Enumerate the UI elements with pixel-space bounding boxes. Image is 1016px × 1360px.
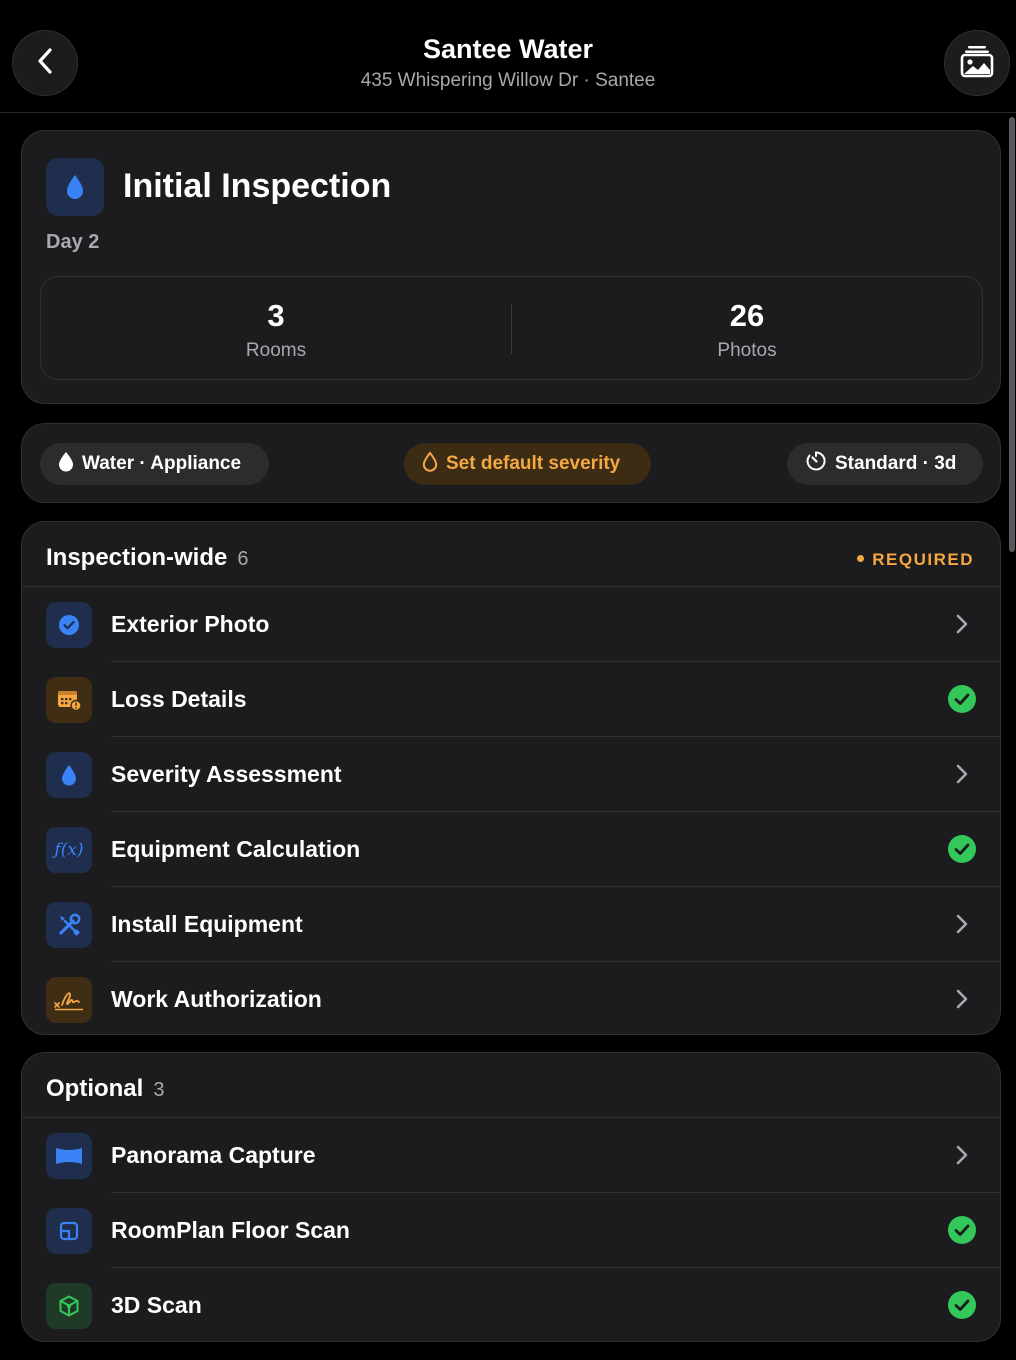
section-header: Optional 3 bbox=[46, 1075, 164, 1103]
water-drop-outline-icon bbox=[422, 450, 438, 478]
function-icon: ƒ(x) bbox=[46, 827, 92, 873]
water-drop-icon bbox=[46, 752, 92, 798]
rooms-count: 3 bbox=[267, 298, 285, 333]
chevron-right-icon bbox=[948, 1141, 976, 1169]
list-item-work-authorization[interactable]: Work Authorization bbox=[22, 962, 1000, 1037]
item-label: Work Authorization bbox=[111, 986, 322, 1012]
item-label: Loss Details bbox=[111, 686, 247, 712]
svg-text:ƒ(x): ƒ(x) bbox=[52, 840, 84, 860]
item-label: Equipment Calculation bbox=[111, 836, 361, 862]
job-address: 435 Whispering Willow Dr · Santee bbox=[360, 70, 656, 91]
chevron-right-icon bbox=[948, 760, 976, 788]
section-count: 3 bbox=[153, 1079, 165, 1101]
photo-stack-icon bbox=[959, 43, 995, 84]
water-drop-icon bbox=[46, 158, 104, 216]
cube-icon bbox=[46, 1283, 92, 1329]
inspection-day: Day 2 bbox=[46, 231, 100, 253]
inspection-wide-section: Inspection-wide 6 REQUIRED Exterior Photo… bbox=[21, 521, 1001, 1035]
chevron-right-icon bbox=[948, 610, 976, 638]
section-header: Inspection-wide 6 bbox=[46, 544, 248, 572]
rooms-label: Rooms bbox=[245, 340, 307, 361]
timeline-chip[interactable]: Standard · 3d bbox=[787, 443, 983, 485]
top-bar: Santee Water 435 Whispering Willow Dr · … bbox=[0, 0, 1016, 113]
list-item-loss-details[interactable]: Loss Details bbox=[22, 662, 1000, 737]
complete-check-icon bbox=[948, 835, 976, 863]
inspection-title: Initial Inspection bbox=[123, 167, 392, 205]
section-title: Inspection-wide bbox=[46, 544, 228, 571]
list-item-severity-assessment[interactable]: Severity Assessment bbox=[22, 737, 1000, 812]
photos-stat[interactable]: 26 Photos bbox=[512, 277, 982, 362]
required-badge: REQUIRED bbox=[857, 550, 974, 570]
floorplan-icon bbox=[46, 1208, 92, 1254]
item-label: Severity Assessment bbox=[111, 761, 342, 787]
severity-chip[interactable]: Set default severity bbox=[404, 443, 651, 485]
photos-label: Photos bbox=[717, 340, 777, 361]
timeline-label: Standard · 3d bbox=[835, 453, 957, 474]
list-item-install-equipment[interactable]: Install Equipment bbox=[22, 887, 1000, 962]
item-label: Install Equipment bbox=[111, 911, 303, 937]
calendar-alert-icon bbox=[46, 677, 92, 723]
item-label: RoomPlan Floor Scan bbox=[111, 1217, 350, 1243]
photo-gallery-button[interactable] bbox=[944, 30, 1010, 96]
checkmark-circle-icon bbox=[46, 602, 92, 648]
tools-icon bbox=[46, 902, 92, 948]
complete-check-icon bbox=[948, 685, 976, 713]
loss-type-chip[interactable]: Water · Appliance bbox=[40, 443, 269, 485]
required-label: REQUIRED bbox=[872, 550, 974, 569]
section-count: 6 bbox=[237, 548, 249, 570]
job-title: Santee Water bbox=[422, 34, 594, 64]
item-label: 3D Scan bbox=[111, 1292, 202, 1318]
severity-label: Set default severity bbox=[446, 453, 621, 474]
rooms-stat[interactable]: 3 Rooms bbox=[41, 277, 511, 362]
loss-type-label: Water · Appliance bbox=[82, 453, 242, 474]
complete-check-icon bbox=[948, 1291, 976, 1319]
water-drop-icon bbox=[58, 451, 74, 478]
timer-icon bbox=[805, 450, 827, 478]
chevron-right-icon bbox=[948, 985, 976, 1013]
list-item-roomplan-floor-scan[interactable]: RoomPlan Floor Scan bbox=[22, 1193, 1000, 1268]
optional-section: Optional 3 Panorama Capture RoomPlan Floo… bbox=[21, 1052, 1001, 1342]
signature-icon bbox=[46, 977, 92, 1023]
panorama-icon bbox=[46, 1133, 92, 1179]
chevron-right-icon bbox=[948, 910, 976, 938]
inspection-summary-card: Initial Inspection Day 2 3 Rooms 26 Phot… bbox=[21, 130, 1001, 404]
list-item-exterior-photo[interactable]: Exterior Photo bbox=[22, 587, 1000, 662]
photos-count: 26 bbox=[729, 298, 765, 333]
list-item-panorama-capture[interactable]: Panorama Capture bbox=[22, 1118, 1000, 1193]
list-item-equipment-calculation[interactable]: ƒ(x) Equipment Calculation bbox=[22, 812, 1000, 887]
item-label: Panorama Capture bbox=[111, 1142, 316, 1168]
list-item-3d-scan[interactable]: 3D Scan bbox=[22, 1268, 1000, 1343]
job-attributes-card: Water · Appliance Set default severity S… bbox=[21, 423, 1001, 503]
section-title: Optional bbox=[46, 1075, 144, 1102]
item-label: Exterior Photo bbox=[111, 611, 270, 637]
stats-panel: 3 Rooms 26 Photos bbox=[40, 276, 983, 380]
scrollbar[interactable] bbox=[1009, 117, 1015, 552]
complete-check-icon bbox=[948, 1216, 976, 1244]
